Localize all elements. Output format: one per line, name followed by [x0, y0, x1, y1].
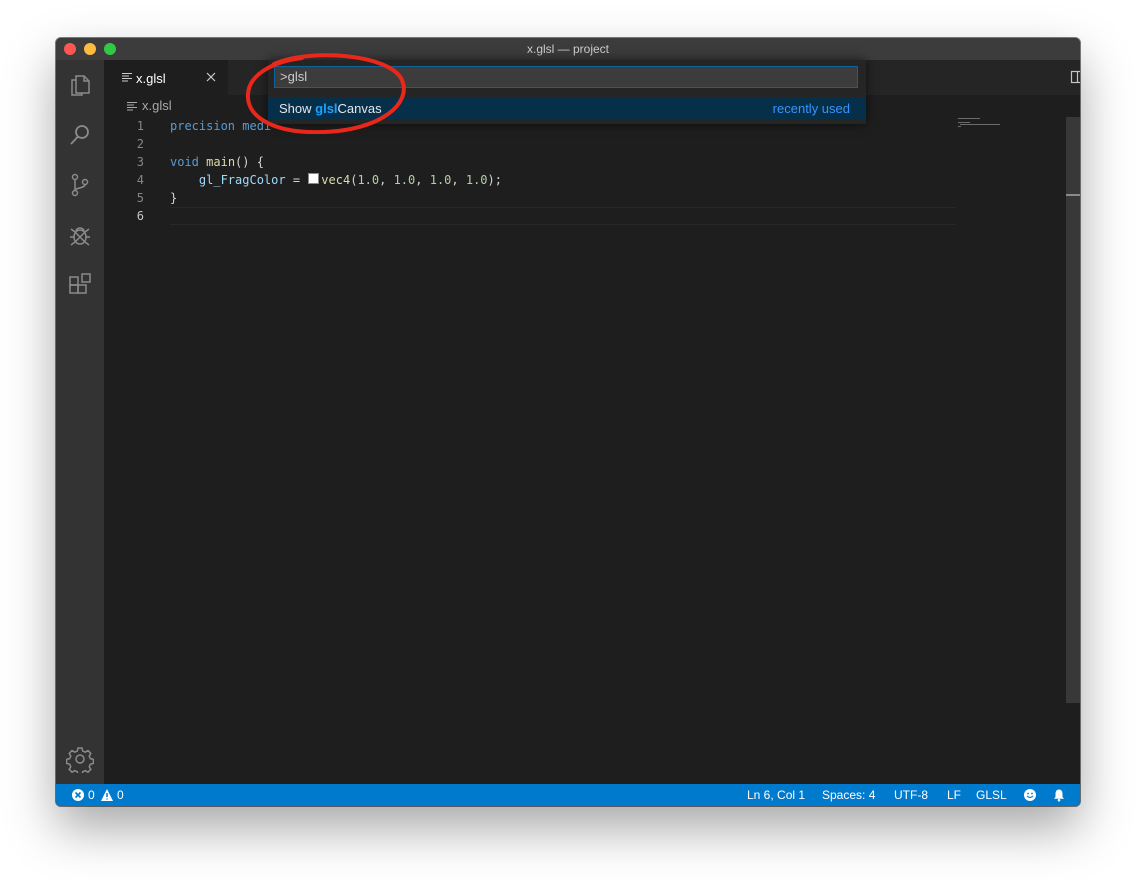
code-token: ); — [487, 173, 502, 187]
smiley-icon[interactable] — [1023, 788, 1037, 802]
vscode-window: x.glsl — project x.glsl x.glsl 1 2 3 4 5… — [56, 38, 1080, 806]
search-icon[interactable] — [66, 121, 94, 149]
code-token: , — [451, 173, 466, 187]
code-token: gl_FragColor — [198, 173, 286, 187]
source-control-icon[interactable] — [66, 171, 94, 199]
line-number: 1 — [136, 119, 144, 133]
code-token: main — [206, 155, 236, 169]
code-token: vec4 — [321, 173, 351, 187]
warning-icon[interactable] — [100, 788, 114, 802]
warning-count[interactable]: 0 — [117, 784, 124, 806]
code-token: 1.0 — [393, 173, 416, 187]
code-editor[interactable]: 1 2 3 4 5 6 precision medi void main() {… — [104, 117, 1080, 784]
code-token: , — [415, 173, 430, 187]
code-token: () { — [235, 155, 264, 169]
code-token: void — [170, 155, 199, 169]
line-number: 3 — [136, 155, 144, 169]
code-token: , — [379, 173, 394, 187]
close-icon[interactable] — [204, 70, 218, 84]
title-bar: x.glsl — project — [56, 38, 1080, 60]
breadcrumb-file[interactable]: x.glsl — [142, 95, 172, 117]
line-number: 4 — [136, 173, 144, 187]
indentation[interactable]: Spaces: 4 — [822, 784, 875, 806]
tab-x-glsl[interactable]: x.glsl — [104, 60, 228, 95]
line-number-active: 6 — [136, 209, 144, 223]
status-bar: 0 0 Ln 6, Col 1 Spaces: 4 UTF-8 LF GLSL — [56, 784, 1080, 806]
current-line-highlight — [170, 207, 956, 225]
explorer-icon[interactable] — [66, 71, 94, 99]
scrollbar-cursor-marker — [1066, 194, 1080, 196]
error-count[interactable]: 0 — [88, 784, 95, 806]
tab-label: x.glsl — [136, 71, 166, 86]
code-line-4: gl_FragColor = vec4(1.0, 1.0, 1.0, 1.0); — [170, 171, 502, 189]
cursor-position[interactable]: Ln 6, Col 1 — [747, 784, 805, 806]
line-number: 5 — [136, 191, 144, 205]
file-lines-icon — [122, 73, 132, 82]
code-token: } — [170, 191, 178, 205]
extensions-icon[interactable] — [66, 271, 94, 299]
gear-icon[interactable] — [66, 745, 94, 773]
language-mode[interactable]: GLSL — [976, 784, 1007, 806]
minimap[interactable] — [956, 117, 1016, 131]
end-of-line[interactable]: LF — [947, 784, 961, 806]
code-token: 1.0 — [465, 173, 488, 187]
window-title: x.glsl — project — [526, 42, 610, 56]
code-line-3: void main() { — [170, 153, 264, 171]
color-swatch[interactable] — [308, 173, 320, 184]
palette-item-meta: recently used — [772, 101, 850, 116]
code-token: 1.0 — [357, 173, 380, 187]
file-lines-icon — [127, 102, 137, 111]
code-line-5: } — [170, 189, 177, 207]
activity-bar — [56, 60, 104, 784]
red-annotation-ellipse — [245, 53, 406, 134]
split-editor-icon[interactable] — [1070, 69, 1080, 85]
bell-icon[interactable] — [1052, 788, 1066, 802]
encoding[interactable]: UTF-8 — [894, 784, 928, 806]
error-icon[interactable] — [71, 788, 85, 802]
debug-icon[interactable] — [66, 221, 94, 249]
vertical-scrollbar[interactable] — [1066, 117, 1080, 703]
line-number: 2 — [136, 137, 144, 151]
code-token: 1.0 — [429, 173, 452, 187]
code-token: = — [285, 173, 308, 187]
